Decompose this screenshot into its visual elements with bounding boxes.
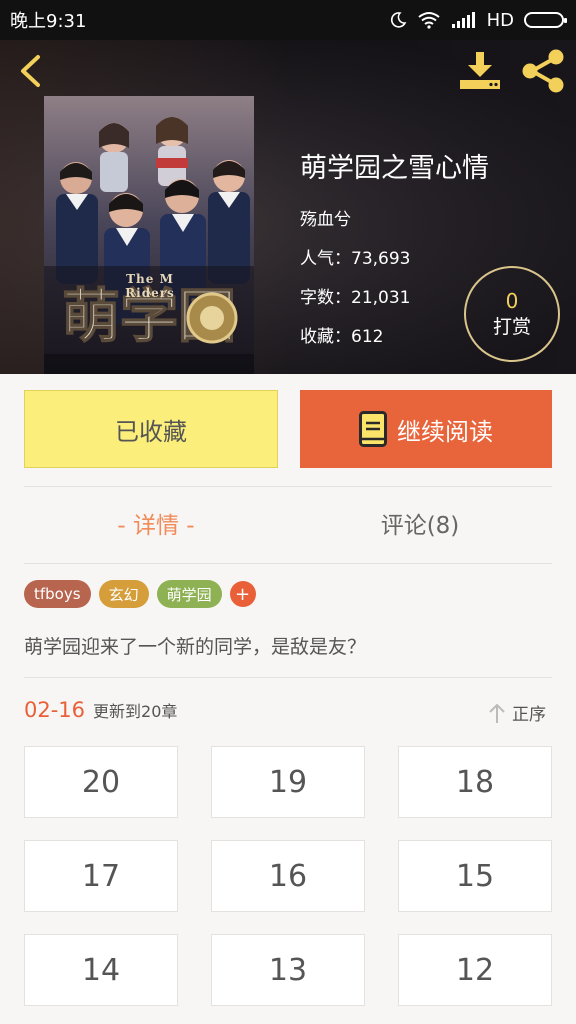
chapter-button[interactable]: 18: [398, 746, 552, 818]
cover-illustration: 萌学园: [44, 96, 254, 374]
chapter-button[interactable]: 17: [24, 840, 178, 912]
divider: [24, 563, 552, 564]
book-description: 萌学园迎来了一个新的同学，是敌是友？: [24, 636, 367, 658]
reward-count: 0: [505, 289, 519, 313]
update-date: 02-16: [24, 698, 86, 722]
continue-reading-label: 继续阅读: [397, 417, 493, 446]
chapter-button[interactable]: 12: [398, 934, 552, 1006]
tab-detail[interactable]: - 详情 -: [24, 500, 288, 552]
share-icon[interactable]: [520, 48, 566, 94]
tag-fantasy[interactable]: 玄幻: [98, 580, 149, 608]
tag-tfboys[interactable]: tfboys: [24, 580, 91, 608]
wifi-icon: [417, 12, 440, 29]
update-text: 更新到20章: [93, 702, 178, 721]
book-title: 萌学园之雪心情: [300, 153, 489, 184]
favorited-label: 已收藏: [115, 417, 187, 446]
download-icon[interactable]: [458, 48, 502, 92]
status-bar: 晚上9:31 HD: [0, 0, 576, 40]
status-icons: HD: [389, 9, 567, 31]
chapter-button[interactable]: 14: [24, 934, 178, 1006]
book-author[interactable]: 殇血兮: [300, 205, 500, 230]
chapter-button[interactable]: 16: [211, 840, 365, 912]
favorited-button[interactable]: 已收藏: [24, 390, 278, 468]
tab-comments[interactable]: 评论(8): [288, 500, 552, 552]
battery-icon: [524, 12, 567, 28]
network-type: HD: [486, 9, 514, 31]
signal-icon: [451, 12, 475, 28]
divider: [24, 677, 552, 678]
book-header: 萌学园 The M Riders 萌学园之雪心情 殇血兮 人气：73,693 字…: [0, 40, 576, 374]
cover-title-text: The M Riders: [125, 272, 175, 300]
book-popularity: 人气：73,693: [300, 249, 411, 269]
moon-icon: [390, 12, 406, 28]
continue-reading-button[interactable]: 继续阅读: [300, 390, 552, 468]
tag-mengxueyuan[interactable]: 萌学园: [156, 580, 222, 608]
chapter-button[interactable]: 19: [211, 746, 365, 818]
back-icon[interactable]: [14, 54, 48, 88]
book-icon: [359, 411, 387, 447]
sort-order-button[interactable]: 正序: [488, 700, 546, 725]
chapter-button[interactable]: 15: [398, 840, 552, 912]
chapter-button[interactable]: 20: [24, 746, 178, 818]
chapter-button[interactable]: 13: [211, 934, 365, 1006]
arrow-up-icon: [489, 703, 505, 723]
reward-button[interactable]: 0 打赏: [464, 266, 560, 362]
update-info: 02-16 更新到20章: [24, 698, 177, 722]
tag-list: tfboys 玄幻 萌学园 +: [24, 580, 256, 608]
reward-label: 打赏: [492, 316, 531, 338]
status-time: 晚上9:31: [10, 11, 87, 32]
divider: [24, 486, 552, 487]
sort-label: 正序: [512, 705, 546, 725]
chapter-grid: 20 19 18 17 16 15 14 13 12: [24, 746, 552, 1006]
book-cover-image[interactable]: 萌学园 The M Riders: [44, 96, 254, 374]
add-tag-button[interactable]: +: [229, 581, 256, 607]
